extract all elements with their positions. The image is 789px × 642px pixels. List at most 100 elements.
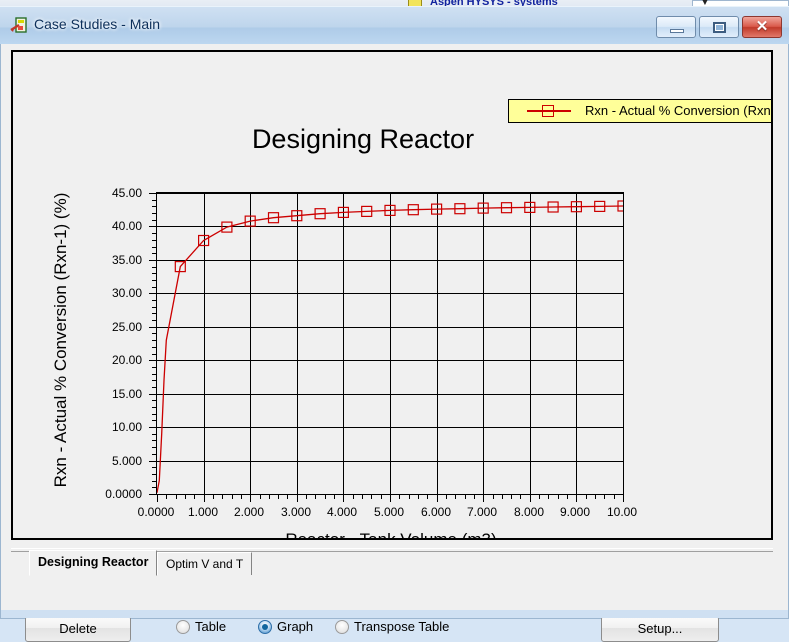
x-tick-major: [157, 495, 158, 502]
y-tick-minor: [152, 387, 156, 388]
x-tick-minor: [586, 495, 587, 499]
chart-legend[interactable]: Rxn - Actual % Conversion (Rxn: [508, 99, 771, 123]
x-tick-minor: [325, 495, 326, 499]
y-tick-minor: [152, 467, 156, 468]
series-curve: [157, 200, 623, 493]
y-tick-label: 40.00: [111, 219, 142, 233]
x-tick-major: [204, 495, 205, 502]
radio-unselected-icon[interactable]: [335, 620, 349, 634]
minimize-button[interactable]: [656, 16, 696, 38]
x-tick-major: [623, 495, 624, 502]
x-tick-minor: [446, 495, 447, 499]
tabstrip: Designing Reactor Optim V and T: [11, 546, 773, 576]
client-area: Designing Reactor Rxn - Actual % Convers…: [0, 44, 789, 642]
y-tick-minor: [152, 420, 156, 421]
y-tick-minor: [152, 481, 156, 482]
y-tick-minor: [152, 333, 156, 334]
y-tick-label: 35.00: [111, 253, 142, 267]
y-tick-minor: [152, 273, 156, 274]
y-tick-major: [149, 394, 156, 395]
y-tick-minor: [152, 247, 156, 248]
close-button[interactable]: ✕: [742, 16, 782, 38]
y-tick-label: 45.00: [111, 186, 142, 200]
x-tick-minor: [315, 495, 316, 499]
x-tick-minor: [465, 495, 466, 499]
y-tick-minor: [152, 213, 156, 214]
x-tick-minor: [185, 495, 186, 499]
x-tick-minor: [409, 495, 410, 499]
y-tick-minor: [152, 220, 156, 221]
x-tick-minor: [278, 495, 279, 499]
x-tick-minor: [287, 495, 288, 499]
x-tick-minor: [614, 495, 615, 499]
x-tick-minor: [232, 495, 233, 499]
x-tick-minor: [269, 495, 270, 499]
y-tick-major: [149, 260, 156, 261]
y-tick-label: 20.00: [111, 353, 142, 367]
x-tick-major: [437, 495, 438, 502]
legend-square-marker-icon: [542, 105, 554, 117]
radio-unselected-icon[interactable]: [176, 620, 190, 634]
y-axis-title: Rxn - Actual % Conversion (Rxn-1) (%): [51, 192, 70, 488]
y-tick-minor: [152, 206, 156, 207]
x-tick-minor: [176, 495, 177, 499]
window-title: Case Studies - Main: [34, 16, 161, 32]
plot-area[interactable]: [156, 192, 624, 495]
y-tick-minor: [152, 400, 156, 401]
x-tick-major: [483, 495, 484, 502]
y-tick-minor: [152, 380, 156, 381]
minimize-icon: [670, 29, 684, 33]
y-tick-label: 15.00: [111, 387, 142, 401]
x-tick-minor: [595, 495, 596, 499]
tab-optim-v-and-t[interactable]: Optim V and T: [157, 552, 253, 575]
x-tick-minor: [260, 495, 261, 499]
x-tick-major: [576, 495, 577, 502]
x-tick-minor: [222, 495, 223, 499]
x-tick-minor: [213, 495, 214, 499]
x-tick-label: 10.00: [606, 505, 638, 519]
x-tick-minor: [194, 495, 195, 499]
x-tick-minor: [474, 495, 475, 499]
y-tick-major: [149, 360, 156, 361]
tab-designing-reactor[interactable]: Designing Reactor: [29, 550, 158, 576]
radio-label: Graph: [277, 619, 314, 634]
y-tick-minor: [152, 240, 156, 241]
x-axis-title: Reactor - Tank Volume (m3): [285, 530, 497, 540]
y-tick-minor: [152, 253, 156, 254]
chart-panel[interactable]: Designing Reactor Rxn - Actual % Convers…: [11, 50, 773, 540]
y-tick-minor: [152, 200, 156, 201]
y-tick-minor: [152, 340, 156, 341]
window-bottom-strip: [1, 610, 788, 618]
x-tick-minor: [306, 495, 307, 499]
y-tick-minor: [152, 287, 156, 288]
y-tick-minor: [152, 434, 156, 435]
y-tick-label: 30.00: [111, 286, 142, 300]
y-tick-minor: [152, 414, 156, 415]
y-tick-minor: [152, 347, 156, 348]
y-tick-label: 0.0000: [105, 487, 142, 501]
x-tick-minor: [558, 495, 559, 499]
setup-button[interactable]: Setup...: [601, 616, 719, 642]
legend-series-label: Rxn - Actual % Conversion (Rxn: [585, 103, 771, 118]
maximize-restore-button[interactable]: [699, 16, 739, 38]
delete-button[interactable]: Delete: [25, 616, 131, 642]
y-tick-minor: [152, 313, 156, 314]
y-tick-minor: [152, 374, 156, 375]
case-studies-window: Case Studies - Main ✕ Designing Reactor …: [0, 6, 789, 642]
x-tick-minor: [166, 495, 167, 499]
y-tick-major: [149, 427, 156, 428]
x-tick-minor: [334, 495, 335, 499]
x-tick-major: [250, 495, 251, 502]
y-tick-minor: [152, 474, 156, 475]
radio-label: Transpose Table: [354, 619, 450, 634]
y-tick-minor: [152, 267, 156, 268]
titlebar[interactable]: Case Studies - Main ✕: [0, 12, 789, 42]
y-tick-major: [149, 226, 156, 227]
radio-selected-icon[interactable]: [258, 620, 272, 634]
y-tick-minor: [152, 233, 156, 234]
x-tick-major: [390, 495, 391, 502]
y-tick-minor: [152, 454, 156, 455]
y-tick-minor: [152, 307, 156, 308]
y-tick-minor: [152, 440, 156, 441]
y-tick-major: [149, 293, 156, 294]
